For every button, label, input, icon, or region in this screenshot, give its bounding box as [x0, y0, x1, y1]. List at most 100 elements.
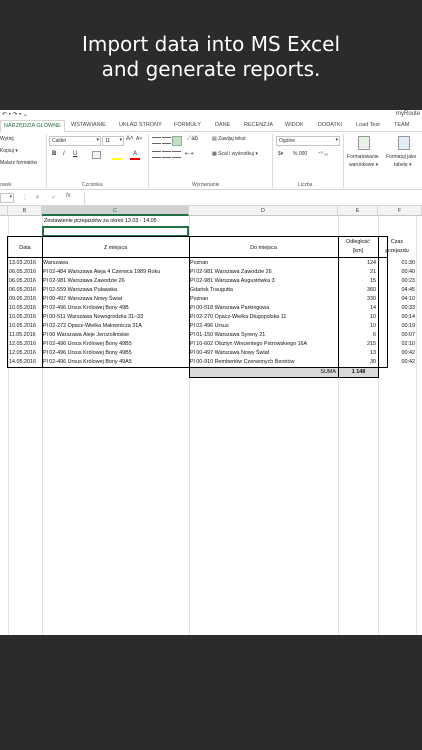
- cell-to[interactable]: Pl 02-270 Opacz-Wielka Długopolska 11: [190, 313, 337, 322]
- align-right-icon[interactable]: [172, 151, 181, 158]
- cell-to[interactable]: Poznan: [190, 259, 337, 268]
- cell-km[interactable]: 10: [338, 313, 376, 322]
- tab-team[interactable]: TEAM: [394, 122, 409, 128]
- column-header-b[interactable]: B: [8, 206, 42, 216]
- name-box[interactable]: ▾: [0, 193, 14, 203]
- cell-from[interactable]: Pl 02-496 Ursus Królowej Bony 49B5: [43, 340, 188, 349]
- merge-center-button[interactable]: ▦ Scal i wyśrodkuj ▾: [212, 151, 258, 157]
- tab-home[interactable]: NARZĘDZIA GŁÓWNE: [0, 120, 65, 132]
- align-left-icon[interactable]: [152, 151, 161, 158]
- align-bottom-icon[interactable]: [172, 136, 182, 146]
- function-icon[interactable]: fx: [66, 193, 71, 199]
- currency-icon[interactable]: $▾: [278, 151, 283, 157]
- cell-time[interactable]: 02:10: [378, 340, 416, 349]
- tab-formulas[interactable]: FORMUŁY: [174, 122, 201, 128]
- fill-color-icon[interactable]: [112, 151, 122, 160]
- align-center-icon[interactable]: [162, 151, 171, 158]
- borders-icon[interactable]: [92, 151, 101, 159]
- cell-time[interactable]: 00:33: [378, 304, 416, 313]
- cell-km[interactable]: 30: [338, 358, 376, 367]
- cell-time[interactable]: 00:23: [378, 277, 416, 286]
- cell-km[interactable]: 124: [338, 259, 376, 268]
- tab-load-test[interactable]: Load Test: [356, 122, 380, 128]
- cancel-icon[interactable]: ✕: [35, 194, 40, 201]
- cell-date[interactable]: 09.05.2016: [9, 295, 41, 304]
- cell-from[interactable]: Pl 02-496 Ursus Królowej Bony 49B5: [43, 349, 188, 358]
- underline-button[interactable]: U: [73, 151, 77, 157]
- font-name-select[interactable]: Calibri ▾: [49, 136, 101, 146]
- cell-to[interactable]: Pl 02-981 Warszawa Zawodzie 26: [190, 268, 337, 277]
- column-header-c[interactable]: C: [42, 206, 189, 216]
- cell-to[interactable]: Pl 00-910 Rembertów Czerwonych Beretów: [190, 358, 337, 367]
- cell-km[interactable]: 15: [338, 277, 376, 286]
- cell-date[interactable]: 11.05.2016: [9, 331, 41, 340]
- cell-date[interactable]: 06.05.2016: [9, 286, 41, 295]
- bold-button[interactable]: B: [52, 151, 56, 157]
- indent-icon[interactable]: ⇤⇥: [185, 151, 193, 157]
- cell-date[interactable]: 12.05.2016: [9, 340, 41, 349]
- enter-icon[interactable]: ✓: [51, 194, 56, 201]
- cell-km[interactable]: 6: [338, 331, 376, 340]
- cell-time[interactable]: 04:10: [378, 295, 416, 304]
- cell-date[interactable]: 10.05.2016: [9, 313, 41, 322]
- decimal-icon[interactable]: ⁺⁰ ₀₀: [318, 151, 328, 157]
- cell-km[interactable]: 21: [338, 268, 376, 277]
- align-top-icon[interactable]: [152, 137, 161, 144]
- cell-to[interactable]: Gdańsk Traugutta: [190, 286, 337, 295]
- cell-km[interactable]: 10: [338, 322, 376, 331]
- cell-date[interactable]: 06.05.2016: [9, 268, 41, 277]
- cut-button[interactable]: Wytnij: [0, 136, 14, 142]
- cell-date[interactable]: 10.05.2016: [9, 304, 41, 313]
- tab-data[interactable]: DANE: [215, 122, 230, 128]
- tab-page-layout[interactable]: UKŁAD STRONY: [119, 122, 162, 128]
- cell-from[interactable]: Pl 02-272 Opacz-Wielka Malownicza 31A: [43, 322, 188, 331]
- format-table-label[interactable]: Formatuj jako: [386, 154, 416, 160]
- cell-from[interactable]: Pl 02-981 Warszawa Zawodzie 26: [43, 277, 188, 286]
- cell-date[interactable]: 14.05.2016: [9, 358, 41, 367]
- tab-addins[interactable]: DODATKI: [318, 122, 342, 128]
- cell-from[interactable]: Pl 02-559 Warszawa Puławska: [43, 286, 188, 295]
- cell-km[interactable]: 330: [338, 295, 376, 304]
- copy-button[interactable]: Kopiuj ▾: [0, 148, 18, 154]
- cell-date[interactable]: 06.05.2016: [9, 277, 41, 286]
- cell-time[interactable]: 00:19: [378, 322, 416, 331]
- format-table-label-2[interactable]: tabelę ▾: [394, 162, 412, 168]
- increase-font-button[interactable]: A˄: [126, 136, 134, 142]
- column-header-f[interactable]: F: [378, 206, 422, 216]
- cell-from[interactable]: Pl 02-496 Ursus Królowej Bony 49B: [43, 304, 188, 313]
- cell-from[interactable]: Pl 02-484 Warszawa Aleja 4 Czerwca 1989 …: [43, 268, 188, 277]
- cell-from[interactable]: Pl 00 Warszawa Aleje Jerozolimskie: [43, 331, 188, 340]
- orientation-icon[interactable]: ⟋ab: [187, 136, 198, 143]
- cell-date[interactable]: 13.03.2016: [9, 259, 41, 268]
- cell-from[interactable]: Pl 00-511 Warszawa Nowogrodzka 31–33: [43, 313, 188, 322]
- cell-time[interactable]: 00:42: [378, 349, 416, 358]
- tab-review[interactable]: RECENZJA: [244, 122, 273, 128]
- formula-input[interactable]: [84, 192, 422, 204]
- select-all-corner[interactable]: [0, 206, 8, 216]
- cell-from[interactable]: Warszawa: [43, 259, 188, 268]
- format-table-icon[interactable]: [398, 136, 410, 150]
- cell-to[interactable]: Pl 00-518 Warszawa Parkingowa: [190, 304, 337, 313]
- column-header-e[interactable]: E: [338, 206, 378, 216]
- tab-view[interactable]: WIDOK: [285, 122, 304, 128]
- cell-time[interactable]: 00:07: [378, 331, 416, 340]
- cell-km[interactable]: 13: [338, 349, 376, 358]
- font-size-select[interactable]: 11 ▾: [102, 136, 124, 146]
- font-color-icon[interactable]: A: [130, 151, 140, 160]
- cell-km[interactable]: 360: [338, 286, 376, 295]
- cell-km[interactable]: 14: [338, 304, 376, 313]
- cell-from[interactable]: Pl 02-496 Ursus Królowej Bony 49A5: [43, 358, 188, 367]
- wrap-text-button[interactable]: ▤ Zawijaj tekst: [212, 136, 246, 142]
- cell-time[interactable]: 00:42: [378, 358, 416, 367]
- cell-to[interactable]: Pl 10-602 Olsztyn Wincentego Pstrowskieg…: [190, 340, 337, 349]
- tab-insert[interactable]: WSTAWIANIE: [71, 122, 106, 128]
- cell-km[interactable]: 215: [338, 340, 376, 349]
- cell-to[interactable]: Poznan: [190, 295, 337, 304]
- cell-to[interactable]: Pl 00-497 Warszawa Nowy Świat: [190, 349, 337, 358]
- cell-time[interactable]: 01:30: [378, 259, 416, 268]
- decrease-font-button[interactable]: A˅: [136, 136, 142, 142]
- number-format-select[interactable]: Ogólne ▾: [276, 136, 340, 146]
- format-painter-button[interactable]: Malarz formatów: [0, 160, 37, 166]
- cell-to[interactable]: Pl 02-496 Ursus: [190, 322, 337, 331]
- conditional-format-label[interactable]: Formatowanie: [347, 154, 379, 160]
